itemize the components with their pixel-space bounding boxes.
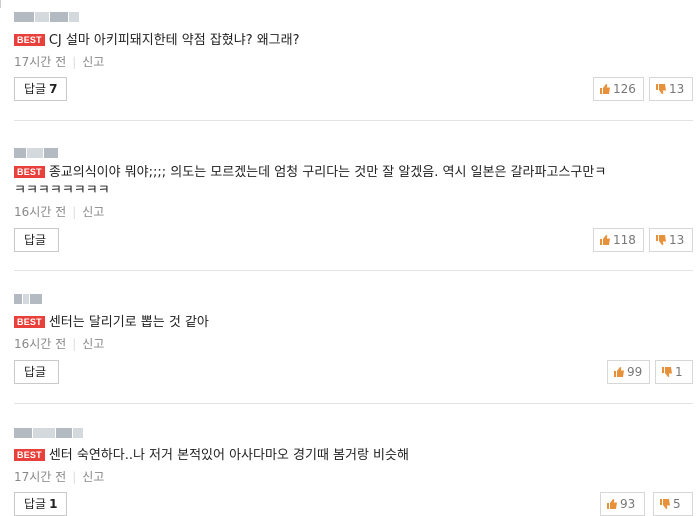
like-button[interactable]: 118	[593, 228, 644, 252]
report-link[interactable]: 신고	[82, 470, 104, 484]
comment-text-continued: ㅋㅋㅋㅋㅋㅋㅋㅋ	[14, 183, 110, 193]
best-badge: BEST	[14, 316, 45, 328]
timestamp: 17시간 전	[14, 55, 67, 69]
report-link[interactable]: 신고	[82, 337, 104, 351]
like-button[interactable]: 126	[593, 77, 644, 101]
masked-username	[14, 294, 42, 304]
dislike-button[interactable]: 13	[649, 77, 693, 101]
timestamp: 17시간 전	[14, 470, 67, 484]
dislike-count: 13	[669, 233, 685, 247]
like-count: 93	[620, 497, 636, 511]
thumbs-up-icon	[607, 499, 617, 509]
like-button[interactable]: 93	[600, 492, 645, 516]
comment-divider	[14, 270, 693, 271]
thumbs-down-icon	[656, 84, 666, 94]
thumbs-up-icon	[600, 84, 610, 94]
dislike-button[interactable]: 1	[655, 360, 693, 384]
best-badge: BEST	[14, 449, 45, 461]
reply-button[interactable]: 답글	[14, 360, 60, 384]
thumbs-up-icon	[600, 235, 610, 245]
like-count: 99	[627, 365, 643, 379]
dislike-button[interactable]: 13	[649, 228, 693, 252]
masked-username	[14, 148, 58, 158]
comment-divider	[14, 403, 693, 404]
reply-button[interactable]: 답글 1	[14, 492, 68, 516]
thumbs-down-icon	[660, 499, 670, 509]
best-badge: BEST	[14, 166, 45, 178]
report-link[interactable]: 신고	[82, 55, 104, 69]
report-link[interactable]: 신고	[82, 205, 104, 219]
like-button[interactable]: 99	[607, 360, 650, 384]
best-badge: BEST	[14, 34, 45, 46]
timestamp: 16시간 전	[14, 205, 67, 219]
dislike-count: 13	[669, 82, 685, 96]
reply-count: 1	[49, 497, 58, 511]
thumbs-down-icon	[656, 235, 666, 245]
reply-button[interactable]: 답글	[14, 228, 60, 252]
masked-username	[14, 428, 83, 438]
comment-divider	[14, 120, 693, 121]
thumbs-up-icon	[614, 367, 624, 377]
masked-username	[14, 12, 79, 22]
comment-meta: 16시간 전 | 신고	[14, 337, 105, 351]
timestamp: 16시간 전	[14, 337, 67, 351]
dislike-button[interactable]: 5	[653, 492, 693, 516]
reply-button[interactable]: 답글 7	[14, 77, 68, 101]
like-count: 118	[613, 233, 636, 247]
thumbs-down-icon	[662, 367, 672, 377]
scroll-edge-mark	[0, 0, 1, 8]
comment-text: BEST 센터 숙연하다..나 저거 본적있어 아사다마오 경기때 봄거랑 비슷해	[14, 448, 409, 464]
comment-text: BEST CJ 설마 아키피돼지한테 약점 잡혔냐? 왜그래?	[14, 33, 300, 49]
comment-meta: 16시간 전 | 신고	[14, 205, 105, 219]
dislike-count: 5	[673, 497, 681, 511]
comment-text: BEST 종교의식이야 뭐야;;;; 의도는 모르겠는데 엄청 구리다는 것만 잘…	[14, 165, 606, 181]
dislike-count: 1	[675, 365, 683, 379]
reply-count: 7	[49, 82, 58, 96]
comment-meta: 17시간 전 | 신고	[14, 470, 105, 484]
comment-meta: 17시간 전 | 신고	[14, 55, 105, 69]
comment-text: BEST 센터는 달리기로 뽑는 것 같아	[14, 315, 209, 331]
like-count: 126	[613, 82, 636, 96]
